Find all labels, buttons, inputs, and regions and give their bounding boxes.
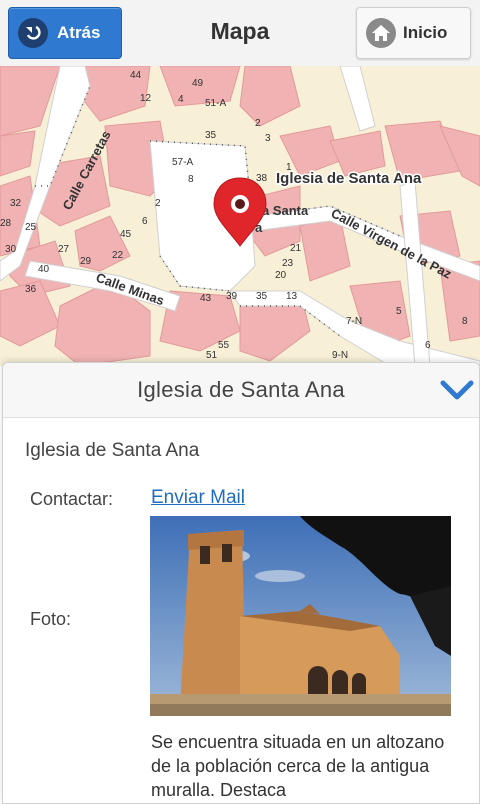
house-number: 40 <box>38 264 50 275</box>
house-number: 9-N <box>332 350 348 361</box>
house-number: 43 <box>200 293 212 304</box>
place-name: Iglesia de Santa Ana <box>25 440 200 461</box>
house-number: 28 <box>0 218 12 229</box>
photo-label: Foto: <box>30 609 72 629</box>
house-number: 6 <box>425 340 431 351</box>
house-number: 6 <box>142 216 148 227</box>
house-number: 25 <box>25 222 37 233</box>
house-number: 20 <box>275 270 287 281</box>
home-icon <box>366 18 396 48</box>
house-number: 22 <box>112 250 124 261</box>
house-number: 8 <box>188 174 194 185</box>
house-number: 12 <box>140 93 152 104</box>
house-number: 35 <box>256 291 268 302</box>
house-number: 4 <box>178 94 184 105</box>
home-label: Inicio <box>403 23 448 42</box>
back-label: Atrás <box>57 23 101 42</box>
place-description: Se encuentra situada en un altozano de l… <box>151 732 445 800</box>
panel-body: Iglesia de Santa Ana <box>3 418 479 462</box>
church-photo[interactable] <box>150 516 451 716</box>
house-number: 2 <box>155 198 161 209</box>
map-view[interactable]: Calle Carretas Calle Minas Calle Virgen … <box>0 66 480 366</box>
house-number: 2 <box>255 118 261 129</box>
map-partial-label: a Santa <box>262 203 309 218</box>
house-number: 7-N <box>346 316 362 327</box>
house-number: 39 <box>226 291 238 302</box>
house-number: 51-A <box>205 98 226 109</box>
contact-label: Contactar: <box>30 489 114 509</box>
house-number: 35 <box>205 130 217 141</box>
house-number: 5 <box>396 306 402 317</box>
house-number: 30 <box>5 244 17 255</box>
house-number: 13 <box>286 291 298 302</box>
house-number: 8 <box>462 316 468 327</box>
house-number: 21 <box>290 243 302 254</box>
top-bar: Atrás Mapa Inicio <box>0 0 480 67</box>
house-number: 57-A <box>172 157 193 168</box>
house-number: 32 <box>10 198 22 209</box>
house-number: 44 <box>130 70 142 81</box>
chevron-down-icon[interactable] <box>439 377 475 403</box>
house-number: 23 <box>282 258 294 269</box>
house-number: 45 <box>120 229 132 240</box>
house-number: 55 <box>218 340 230 351</box>
back-arrow-icon <box>18 18 48 48</box>
send-mail-link[interactable]: Enviar Mail <box>151 487 245 509</box>
house-number: 49 <box>192 78 204 89</box>
house-number: 3 <box>265 133 271 144</box>
map-canvas: Calle Carretas Calle Minas Calle Virgen … <box>0 66 480 366</box>
house-number: 36 <box>25 284 37 295</box>
marker-label: Iglesia de Santa Ana <box>276 170 422 187</box>
detail-panel: Iglesia de Santa Ana Iglesia de Santa An… <box>2 362 480 804</box>
panel-title: Iglesia de Santa Ana <box>137 377 345 402</box>
panel-header[interactable]: Iglesia de Santa Ana <box>3 363 479 418</box>
home-button[interactable]: Inicio <box>356 7 471 59</box>
back-button[interactable]: Atrás <box>8 7 122 59</box>
house-number: 38 <box>256 173 268 184</box>
house-number: 29 <box>80 256 92 267</box>
house-number: 27 <box>58 244 70 255</box>
house-number: 51 <box>206 350 218 361</box>
